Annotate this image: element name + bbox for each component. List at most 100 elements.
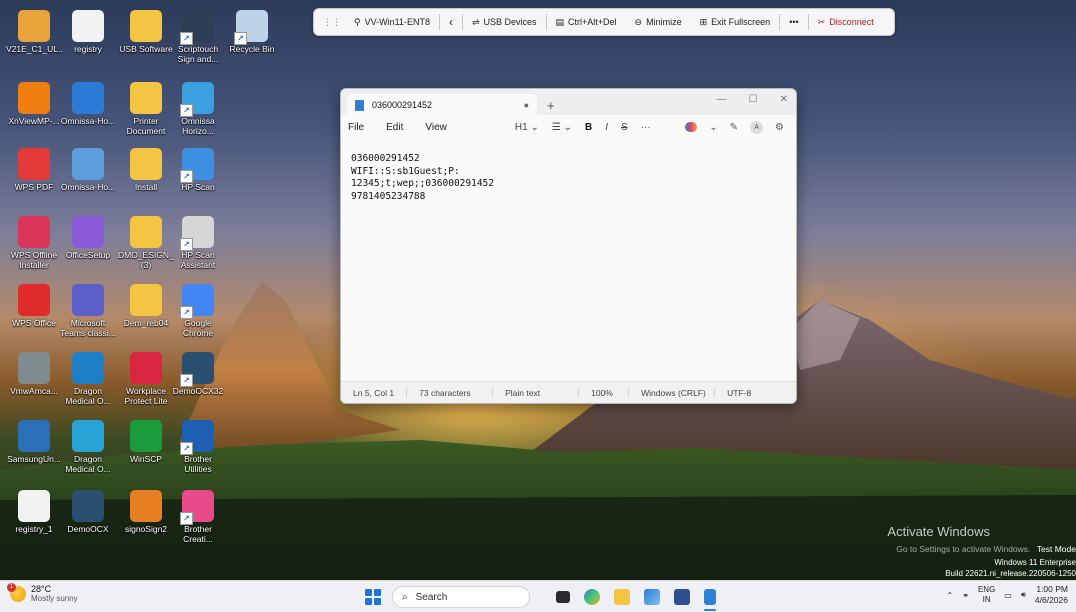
chevron-down-icon[interactable]: ⌄ — [709, 122, 717, 133]
menu-edit[interactable]: Edit — [386, 122, 403, 133]
desktop-icon[interactable]: registry_1 — [6, 490, 62, 534]
collapse-toolbar-button[interactable]: ‹ — [440, 15, 462, 29]
character-count: 73 characters — [407, 387, 494, 398]
desktop-icon[interactable]: XnViewMP-... — [6, 82, 62, 126]
file-explorer-icon[interactable] — [614, 589, 630, 605]
notepad-taskbar-icon[interactable] — [704, 589, 716, 605]
maximize-window-icon[interactable]: ☐ — [749, 94, 758, 105]
desktop-icon[interactable]: WPS PDF — [6, 148, 62, 192]
desktop-icon[interactable]: Printer Document — [118, 82, 174, 136]
exit-fullscreen-button[interactable]: ⊞ Exit Fullscreen — [691, 17, 780, 28]
copilot-taskbar-icon[interactable] — [584, 589, 600, 605]
account-icon[interactable]: A — [750, 120, 764, 134]
minimize-session-button[interactable]: ⊖ Minimize — [626, 17, 691, 28]
desktop-icon[interactable]: Google Chrome — [170, 284, 226, 338]
volume-icon[interactable]: 🔊︎ — [1021, 590, 1026, 600]
desktop-icon[interactable]: Omnissa-Ho... — [60, 148, 116, 192]
drag-handle-icon[interactable]: ⋮⋮ — [314, 17, 345, 28]
weather-widget[interactable]: 1 28°C Mostly sunny — [7, 583, 78, 604]
desktop-icon-label: WPS PDF — [14, 182, 54, 192]
desktop-icon-label: OfficeSetup — [65, 250, 111, 260]
menu-view[interactable]: View — [425, 122, 447, 133]
desktop-icon[interactable]: DemoOCX32 — [170, 352, 226, 396]
unsaved-dot-icon[interactable]: ● — [524, 100, 529, 110]
list-dropdown[interactable]: ☰ ⌄ — [552, 122, 572, 133]
strikethrough-button[interactable]: S — [621, 122, 628, 133]
rewrite-icon[interactable]: ✎ — [730, 122, 738, 133]
demo-ocx-icon — [180, 352, 214, 387]
minimize-window-icon[interactable]: — — [717, 94, 727, 105]
start-button[interactable] — [365, 589, 381, 605]
pin-icon: ⚲ — [354, 16, 361, 27]
task-view-icon[interactable] — [556, 591, 570, 603]
desktop-icon[interactable]: WPS Offline Installer — [6, 216, 62, 270]
store-icon[interactable] — [674, 589, 690, 605]
clock[interactable]: 1:00 PM 4/6/2026 — [1035, 584, 1068, 606]
active-app-indicator — [704, 609, 716, 611]
desktop-icon[interactable]: USB Software — [118, 10, 174, 54]
close-window-icon[interactable]: ✕ — [780, 94, 788, 105]
desktop-icon[interactable]: registry — [60, 10, 116, 54]
copilot-icon[interactable] — [685, 122, 698, 132]
input-language[interactable]: ENG IN — [978, 585, 995, 605]
desktop-icon[interactable]: Omnissa Horizo... — [170, 82, 226, 136]
more-options-button[interactable]: ••• — [780, 17, 807, 27]
desktop-icon[interactable]: signoSign2 — [118, 490, 174, 534]
taskbar-search[interactable]: ⌕ Search — [392, 586, 530, 608]
installer-icon — [72, 148, 104, 180]
windows-logo-icon — [365, 589, 372, 596]
ctrl-alt-del-button[interactable]: ▤ Ctrl+Alt+Del — [547, 17, 626, 28]
desktop-icon[interactable]: HP Scan — [170, 148, 226, 192]
desktop-icon[interactable]: DemoOCX — [60, 490, 116, 534]
line-ending[interactable]: Windows (CRLF) — [629, 387, 716, 398]
desktop-icon[interactable]: Recycle Bin — [224, 10, 280, 54]
brother-creative-icon — [180, 490, 214, 525]
desktop-icon[interactable]: Install — [118, 148, 174, 192]
desktop-icon[interactable]: SamsungUn... — [6, 420, 62, 464]
display-icon[interactable]: ▭ — [1004, 591, 1012, 600]
desktop-icon[interactable]: Brother Creati... — [170, 490, 226, 544]
new-tab-button[interactable]: + — [547, 98, 555, 113]
document-icon — [18, 490, 50, 522]
chevron-up-icon[interactable]: ⌃ — [947, 591, 954, 600]
usb-devices-button[interactable]: ⇌ USB Devices — [463, 17, 546, 28]
encoding[interactable]: UTF-8 — [715, 388, 763, 398]
network-icon[interactable]: ⚭ — [962, 591, 969, 600]
desktop-icon[interactable]: Dragon Medical O... — [60, 420, 116, 474]
teams-icon — [72, 284, 104, 316]
vmware-icon — [18, 352, 50, 384]
desktop-icon[interactable]: V21E_C1_UL... — [6, 10, 62, 54]
desktop-icon[interactable]: Dem_reb04 — [118, 284, 174, 328]
desktop-icon[interactable]: WinSCP — [118, 420, 174, 464]
more-format-button[interactable]: ··· — [641, 122, 651, 133]
desktop-icon[interactable]: WPS Office — [6, 284, 62, 328]
pin-toolbar-button[interactable]: ⚲ VV-Win11-ENT8 — [345, 17, 439, 28]
desktop-icon[interactable]: HP Scan Assistant — [170, 216, 226, 270]
zoom-level[interactable]: 100% — [579, 387, 630, 398]
desktop-icon[interactable]: Microsoft Teams classi... — [60, 284, 116, 338]
text-format[interactable]: Plain text — [493, 387, 580, 398]
bold-button[interactable]: B — [585, 122, 592, 133]
notepad-tab[interactable]: 036000291452 ● — [347, 94, 537, 116]
desktop-icon-label: SamsungUn... — [7, 454, 61, 464]
omnissa-taskbar-icon[interactable] — [644, 589, 660, 605]
desktop-icon-label: WinSCP — [129, 454, 163, 464]
menu-file[interactable]: File — [348, 122, 364, 133]
desktop-icon[interactable]: Scriptouch Sign and... — [170, 10, 226, 64]
desktop-icon-label: Dragon Medical O... — [65, 386, 111, 406]
desktop-icon[interactable]: OfficeSetup — [60, 216, 116, 260]
settings-icon[interactable]: ⚙ — [775, 122, 784, 133]
desktop-icon[interactable]: Workplace Protect Lite — [118, 352, 174, 406]
heading-dropdown[interactable]: H1 ⌄ — [515, 122, 539, 133]
disconnect-button[interactable]: ✂ Disconnect — [809, 17, 883, 28]
desktop-icon[interactable]: DMO_ESIGN_... (3) — [118, 216, 174, 270]
notepad-text-area[interactable]: 036000291452 WIFI::S:sb1Guest;P: 12345;t… — [351, 153, 786, 203]
italic-button[interactable]: I — [605, 122, 608, 133]
clock-time: 1:00 PM — [1036, 584, 1068, 594]
folder-icon — [130, 10, 162, 42]
desktop-icon[interactable]: VmwAmca... — [6, 352, 62, 396]
desktop-icon[interactable]: Dragon Medical O... — [60, 352, 116, 406]
desktop-icon[interactable]: Omnissa-Ho... — [60, 82, 116, 126]
desktop-icon[interactable]: Brother Utilities — [170, 420, 226, 474]
tab-title: 036000291452 — [372, 100, 433, 110]
